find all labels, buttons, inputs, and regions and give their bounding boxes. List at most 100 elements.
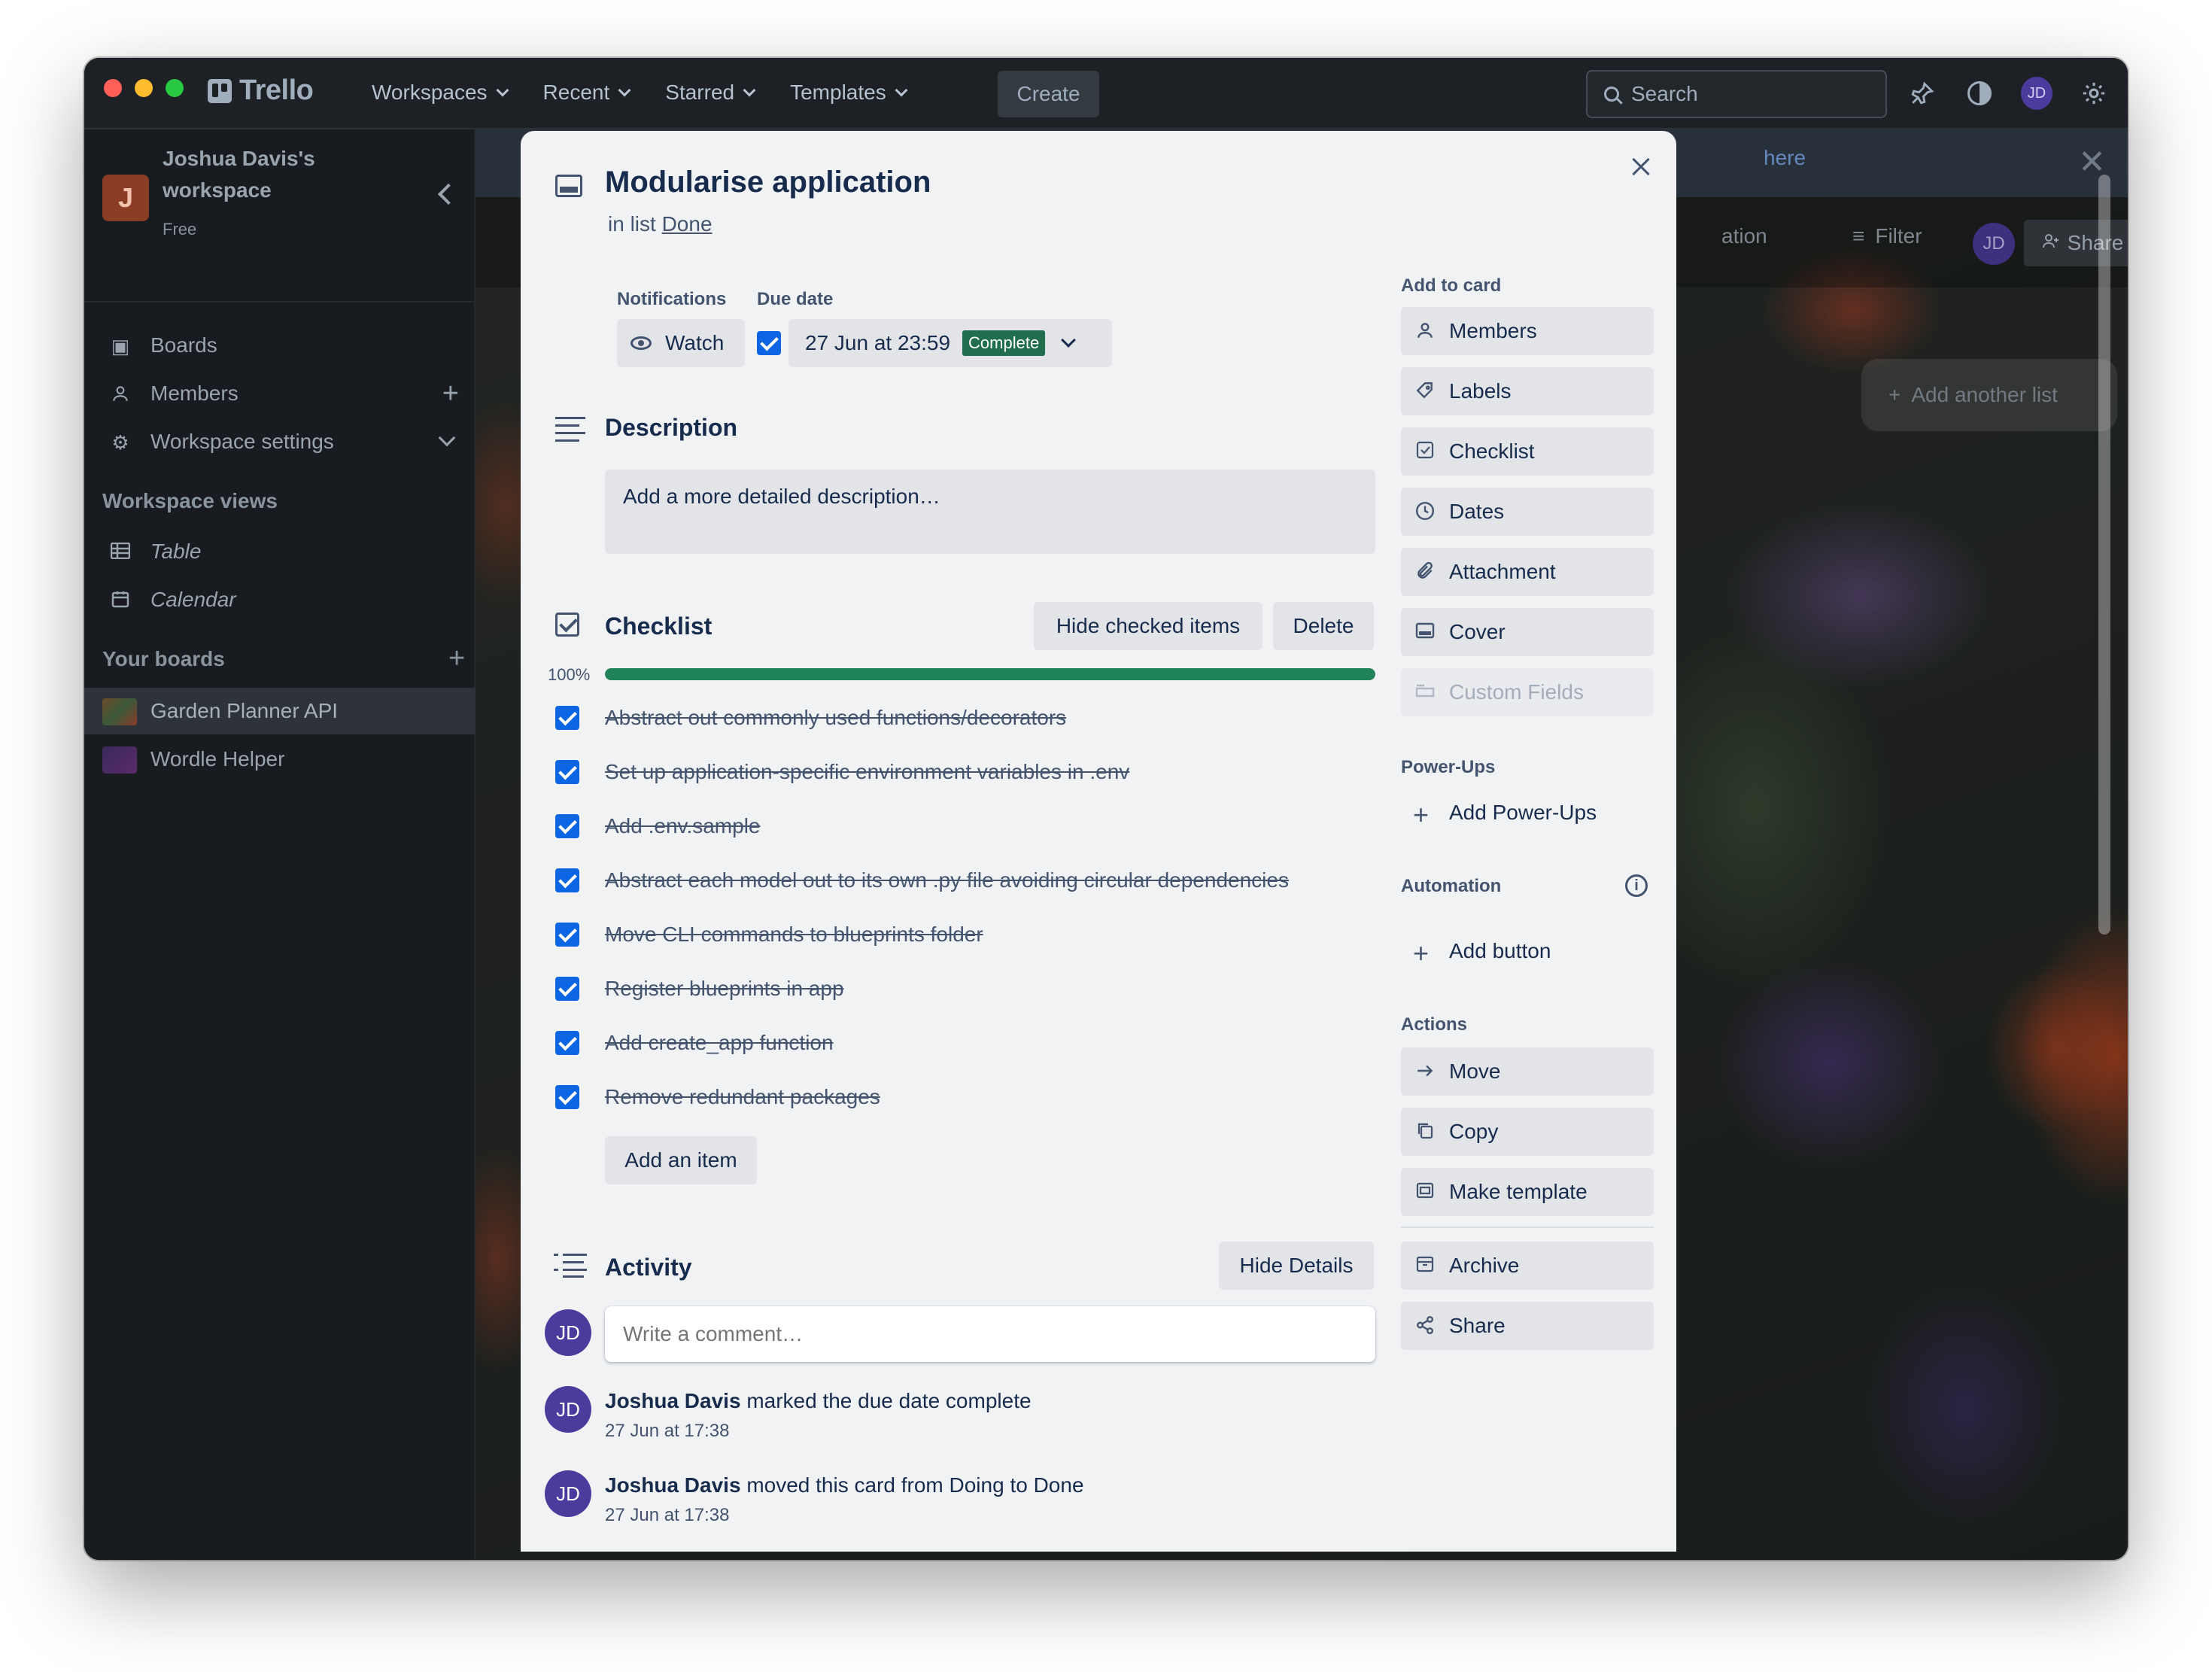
list-link[interactable]: Done: [662, 212, 713, 236]
checklist-item[interactable]: Register blueprints in app: [551, 968, 1378, 1013]
workspace-plan: Free: [163, 220, 197, 239]
make-template-button[interactable]: Make template: [1401, 1168, 1654, 1216]
sidebar-item-label: Table: [150, 540, 202, 563]
description-input[interactable]: Add a more detailed description…: [605, 470, 1375, 554]
checklist-item-text[interactable]: Register blueprints in app: [605, 977, 844, 1001]
checklist-item-text[interactable]: Move CLI commands to blueprints folder: [605, 923, 983, 947]
sidebar-item-label: Wordle Helper: [150, 747, 285, 771]
checklist-checkbox[interactable]: [555, 706, 579, 730]
sidebar-board-wordle-helper[interactable]: Wordle Helper: [84, 736, 476, 783]
activity-timestamp[interactable]: 27 Jun at 17:38: [605, 1421, 729, 1442]
close-modal-icon[interactable]: [1625, 152, 1655, 182]
nav-templates[interactable]: Templates: [775, 71, 921, 114]
close-window-button[interactable]: [104, 79, 122, 97]
comment-input[interactable]: [605, 1306, 1375, 1362]
nav-recent[interactable]: Recent: [528, 71, 645, 114]
checklist-item-text[interactable]: Set up application-specific environment …: [605, 760, 1129, 784]
checklist-checkbox[interactable]: [555, 923, 579, 947]
minimize-window-button[interactable]: [135, 79, 153, 97]
checklist-item-text[interactable]: Add .env.sample: [605, 814, 761, 838]
search-input[interactable]: Search: [1586, 70, 1887, 118]
user-avatar[interactable]: JD: [2021, 77, 2052, 110]
hide-details-button[interactable]: Hide Details: [1219, 1242, 1374, 1290]
checklist-item-text[interactable]: Abstract out commonly used functions/dec…: [605, 706, 1066, 730]
add-power-ups-button[interactable]: + Add Power-Ups: [1401, 789, 1654, 837]
checklist-item[interactable]: Abstract out commonly used functions/dec…: [551, 697, 1378, 742]
actions-divider: [1401, 1227, 1654, 1228]
cover-button[interactable]: Cover: [1401, 608, 1654, 656]
checklist-item-text[interactable]: Abstract each model out to its own .py f…: [605, 868, 1289, 892]
sidebar-item-calendar[interactable]: Calendar: [84, 576, 476, 623]
activity-timestamp[interactable]: 27 Jun at 17:38: [605, 1505, 729, 1526]
checklist-checkbox[interactable]: [555, 1085, 579, 1109]
activity-action: moved this card from Doing to Done: [746, 1473, 1084, 1497]
add-checklist-item-button[interactable]: Add an item: [605, 1136, 757, 1184]
collapse-sidebar-icon[interactable]: [437, 183, 460, 205]
watch-button[interactable]: Watch: [617, 319, 745, 367]
workspace-name[interactable]: Joshua Davis's workspace: [163, 143, 388, 206]
sidebar-item-label: Garden Planner API: [150, 699, 339, 722]
chevron-down-icon: [1061, 333, 1077, 348]
add-member-icon[interactable]: +: [442, 378, 459, 410]
checklist-item[interactable]: Add create_app function: [551, 1022, 1378, 1067]
card-title[interactable]: Modularise application: [605, 166, 931, 199]
labels-button[interactable]: Labels: [1401, 367, 1654, 415]
nav-starred[interactable]: Starred: [650, 71, 769, 114]
checklist-item[interactable]: Add .env.sample: [551, 805, 1378, 850]
chevron-down-icon: [743, 84, 756, 97]
checklist-checkbox[interactable]: [555, 977, 579, 1001]
due-date-checkbox[interactable]: [757, 331, 781, 355]
trello-logo[interactable]: Trello: [208, 74, 314, 107]
custom-fields-button[interactable]: Custom Fields: [1401, 668, 1654, 716]
checklist-item-text[interactable]: Add create_app function: [605, 1031, 834, 1055]
add-button-button[interactable]: + Add button: [1401, 927, 1654, 975]
workspace-header: J Joshua Davis's workspace Free: [102, 143, 463, 239]
checklist-button[interactable]: Checklist: [1401, 427, 1654, 476]
nav-workspaces[interactable]: Workspaces: [357, 71, 522, 114]
power-ups-label: Power-Ups: [1401, 757, 1496, 777]
checklist-item[interactable]: Move CLI commands to blueprints folder: [551, 914, 1378, 959]
archive-button[interactable]: Archive: [1401, 1242, 1654, 1290]
checklist-item[interactable]: Remove redundant packages: [551, 1076, 1378, 1121]
share-card-button[interactable]: Share: [1401, 1302, 1654, 1350]
sidebar-item-boards[interactable]: ▣ Boards: [84, 322, 476, 369]
checklist-item[interactable]: Set up application-specific environment …: [551, 751, 1378, 796]
theme-contrast-icon[interactable]: [1964, 78, 1995, 109]
notifications-icon[interactable]: [1907, 78, 1938, 109]
activity-action: marked the due date complete: [746, 1389, 1032, 1412]
checklist-item-text[interactable]: Remove redundant packages: [605, 1085, 880, 1109]
due-date-button[interactable]: 27 Jun at 23:59 Complete: [788, 319, 1112, 367]
sidebar-board-garden-planner[interactable]: Garden Planner API: [84, 688, 476, 734]
maximize-window-button[interactable]: [166, 79, 184, 97]
sidebar-item-workspace-settings[interactable]: ⚙ Workspace settings: [84, 418, 476, 465]
eye-icon: [630, 336, 652, 350]
activity-user[interactable]: Joshua Davis: [605, 1389, 741, 1412]
checklist-checkbox[interactable]: [555, 760, 579, 784]
sidebar-item-label: Calendar: [150, 588, 236, 611]
add-board-icon[interactable]: +: [448, 643, 465, 675]
trello-logo-icon: [208, 78, 232, 103]
sidebar-item-members[interactable]: Members +: [84, 370, 476, 417]
workspace-avatar[interactable]: J: [102, 175, 149, 221]
checklist-progress-fill: [605, 668, 1375, 680]
dates-button[interactable]: Dates: [1401, 488, 1654, 536]
sidebar-item-table[interactable]: Table: [84, 528, 476, 575]
settings-gear-icon[interactable]: [2078, 78, 2110, 109]
move-button[interactable]: Move: [1401, 1047, 1654, 1096]
delete-checklist-button[interactable]: Delete: [1273, 602, 1374, 650]
chevron-down-icon[interactable]: [438, 429, 456, 447]
create-button[interactable]: Create: [998, 71, 1099, 117]
add-to-card-label: Add to card: [1401, 275, 1502, 296]
members-button[interactable]: Members: [1401, 307, 1654, 355]
checklist-checkbox[interactable]: [555, 1031, 579, 1055]
copy-button[interactable]: Copy: [1401, 1108, 1654, 1156]
attachment-button[interactable]: Attachment: [1401, 548, 1654, 596]
checklist-checkbox[interactable]: [555, 868, 579, 892]
checklist-checkbox[interactable]: [555, 814, 579, 838]
checklist-item[interactable]: Abstract each model out to its own .py f…: [551, 859, 1378, 904]
nav-label: Workspaces: [372, 81, 488, 104]
vertical-scrollbar[interactable]: [2098, 175, 2110, 935]
info-icon[interactable]: i: [1625, 874, 1648, 897]
hide-checked-items-button[interactable]: Hide checked items: [1034, 602, 1262, 650]
activity-user[interactable]: Joshua Davis: [605, 1473, 741, 1497]
